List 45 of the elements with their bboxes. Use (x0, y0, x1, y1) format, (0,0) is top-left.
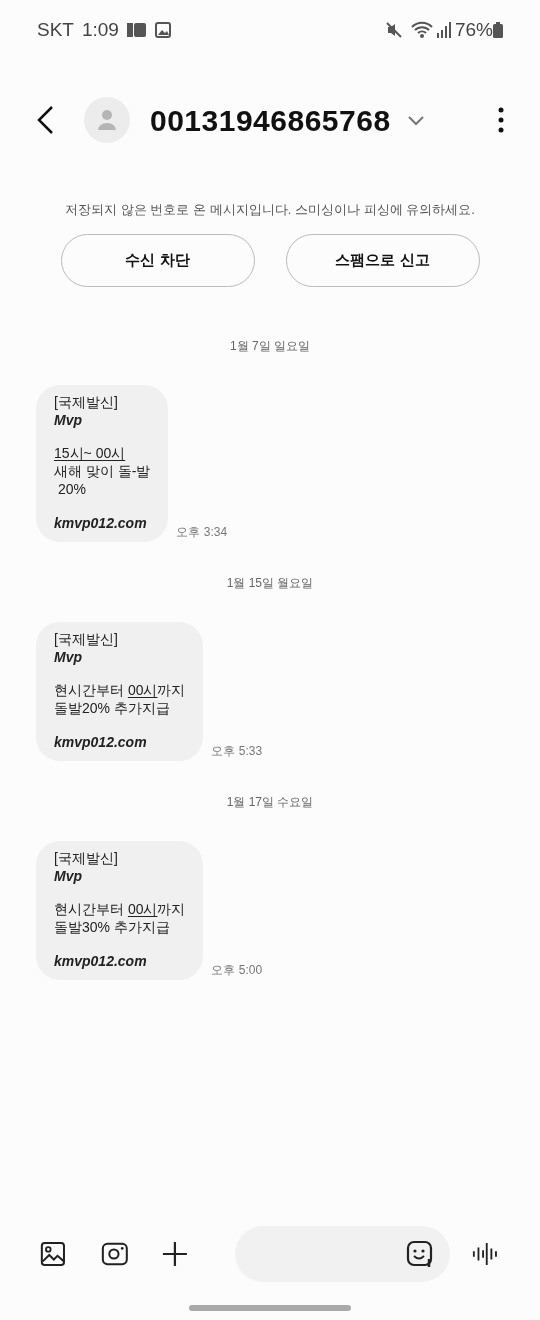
image-notification-icon (154, 22, 171, 38)
message-sender: Mvp (54, 647, 83, 666)
app-notification-icon (126, 22, 147, 38)
back-icon (36, 105, 54, 135)
notice-action-button[interactable]: 수신 차단 (60, 233, 255, 287)
message-time: 오후 5:33 (211, 742, 263, 760)
message-link[interactable]: kmvp012.com (54, 732, 186, 751)
message-line: 새해 맞이 돌-발 (54, 461, 151, 480)
wifi-icon (410, 21, 433, 39)
contact-avatar (84, 97, 130, 143)
battery-percent: 76% (454, 17, 493, 42)
message-line: 돌발20% 추가지급 (54, 698, 171, 717)
message-header: [국제발신] (54, 629, 119, 648)
message-header: [국제발신] (54, 392, 119, 411)
message-line: 현시간부터 00시 까지 (54, 899, 186, 918)
sticker-icon[interactable] (406, 1240, 435, 1268)
unsaved-number-notice: 저장되지 않은 번호로 온 메시지입니다. 스미싱이나 피싱에 유의하세요. (64, 201, 476, 219)
date-divider: 1월 7일 일요일 (229, 337, 311, 355)
message-line: 15시~ 00시 (54, 443, 127, 462)
signal-icon (436, 22, 451, 38)
date-divider: 1월 15일 월요일 (225, 574, 315, 592)
clock: 1:09 (81, 17, 119, 42)
date-divider: 1월 17일 수요일 (225, 793, 315, 811)
back-button[interactable] (36, 105, 54, 135)
message-time: 오후 5:00 (211, 961, 263, 979)
message-header: [국제발신] (54, 848, 119, 867)
battery-icon (493, 22, 503, 38)
contact-title: 00131946865768 (150, 102, 391, 139)
chevron-down-icon[interactable] (406, 114, 425, 126)
message-sender: Mvp (54, 866, 83, 885)
message-line: 현시간부터 00시 까지 (54, 680, 186, 699)
notice-action-button[interactable]: 스팸으로 신고 (285, 233, 480, 287)
gallery-icon[interactable] (40, 1240, 66, 1268)
carrier-label: SKT (37, 17, 74, 42)
message-link[interactable]: kmvp012.com (54, 513, 151, 532)
add-icon[interactable] (162, 1240, 189, 1268)
message-time: 오후 3:34 (176, 523, 228, 541)
more-options-icon[interactable] (498, 107, 504, 133)
message-link[interactable]: kmvp012.com (54, 951, 186, 970)
voice-input-icon[interactable] (472, 1240, 500, 1268)
message-line: 20% (56, 479, 87, 498)
message-line: 돌발30% 추가지급 (54, 917, 171, 936)
mute-icon (384, 21, 403, 39)
camera-icon[interactable] (100, 1241, 129, 1267)
message-sender: Mvp (54, 410, 83, 429)
